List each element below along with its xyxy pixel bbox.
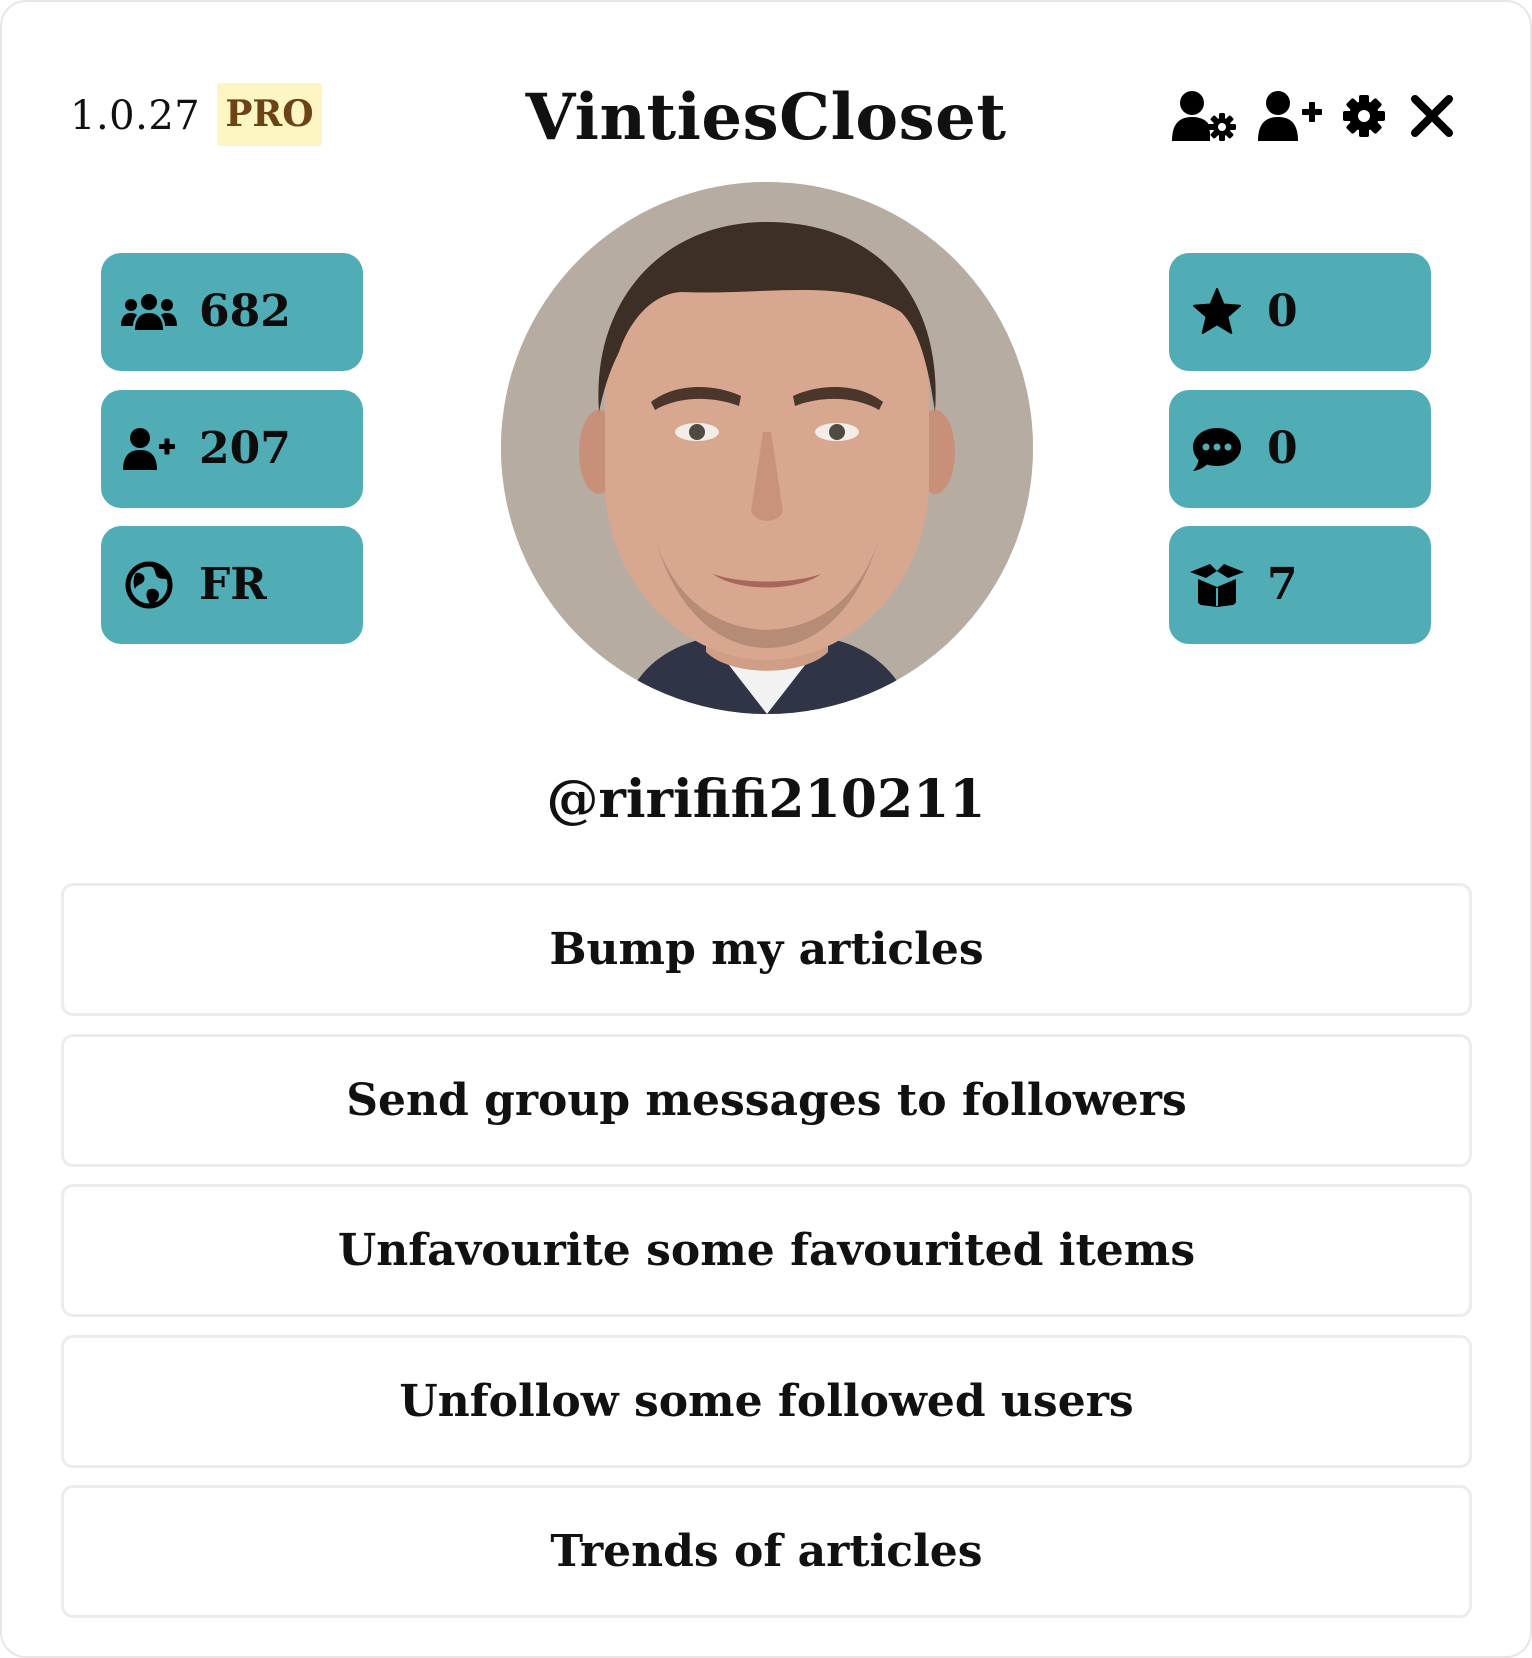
followers-count-pill[interactable]: 682 [101,253,363,371]
users-group-icon [121,284,177,340]
articles-count-pill[interactable]: 7 [1169,526,1431,644]
profile-avatar [501,182,1033,714]
user-plus-icon[interactable] [1258,89,1324,143]
gear-icon[interactable] [1342,92,1386,140]
user-plus-icon [121,421,177,477]
followers-count: 682 [199,286,291,337]
star-icon [1189,284,1245,340]
bump-articles-button[interactable]: Bump my articles [61,883,1472,1016]
articles-count: 7 [1267,559,1298,610]
messages-count: 0 [1267,423,1298,474]
header-toolbar [1172,86,1454,146]
following-count: 207 [199,423,291,474]
close-icon[interactable] [1410,94,1454,138]
country-pill[interactable]: FR [101,526,363,644]
chat-bubble-icon [1189,421,1245,477]
country-code: FR [199,559,267,610]
unfollow-users-button[interactable]: Unfollow some followed users [61,1335,1472,1468]
favourites-count-pill[interactable]: 0 [1169,253,1431,371]
group-messages-button[interactable]: Send group messages to followers [61,1034,1472,1167]
profile-username: @rirififi210211 [546,769,986,830]
box-open-icon [1189,557,1245,613]
user-settings-icon[interactable] [1172,89,1240,143]
messages-count-pill[interactable]: 0 [1169,390,1431,508]
following-count-pill[interactable]: 207 [101,390,363,508]
favourites-count: 0 [1267,286,1298,337]
extension-popup: 1.0.27 PRO VintiesCloset 682 207 FR 0 0 … [0,0,1532,1658]
unfavourite-items-button[interactable]: Unfavourite some favourited items [61,1184,1472,1317]
globe-icon [121,557,177,613]
article-trends-button[interactable]: Trends of articles [61,1485,1472,1618]
